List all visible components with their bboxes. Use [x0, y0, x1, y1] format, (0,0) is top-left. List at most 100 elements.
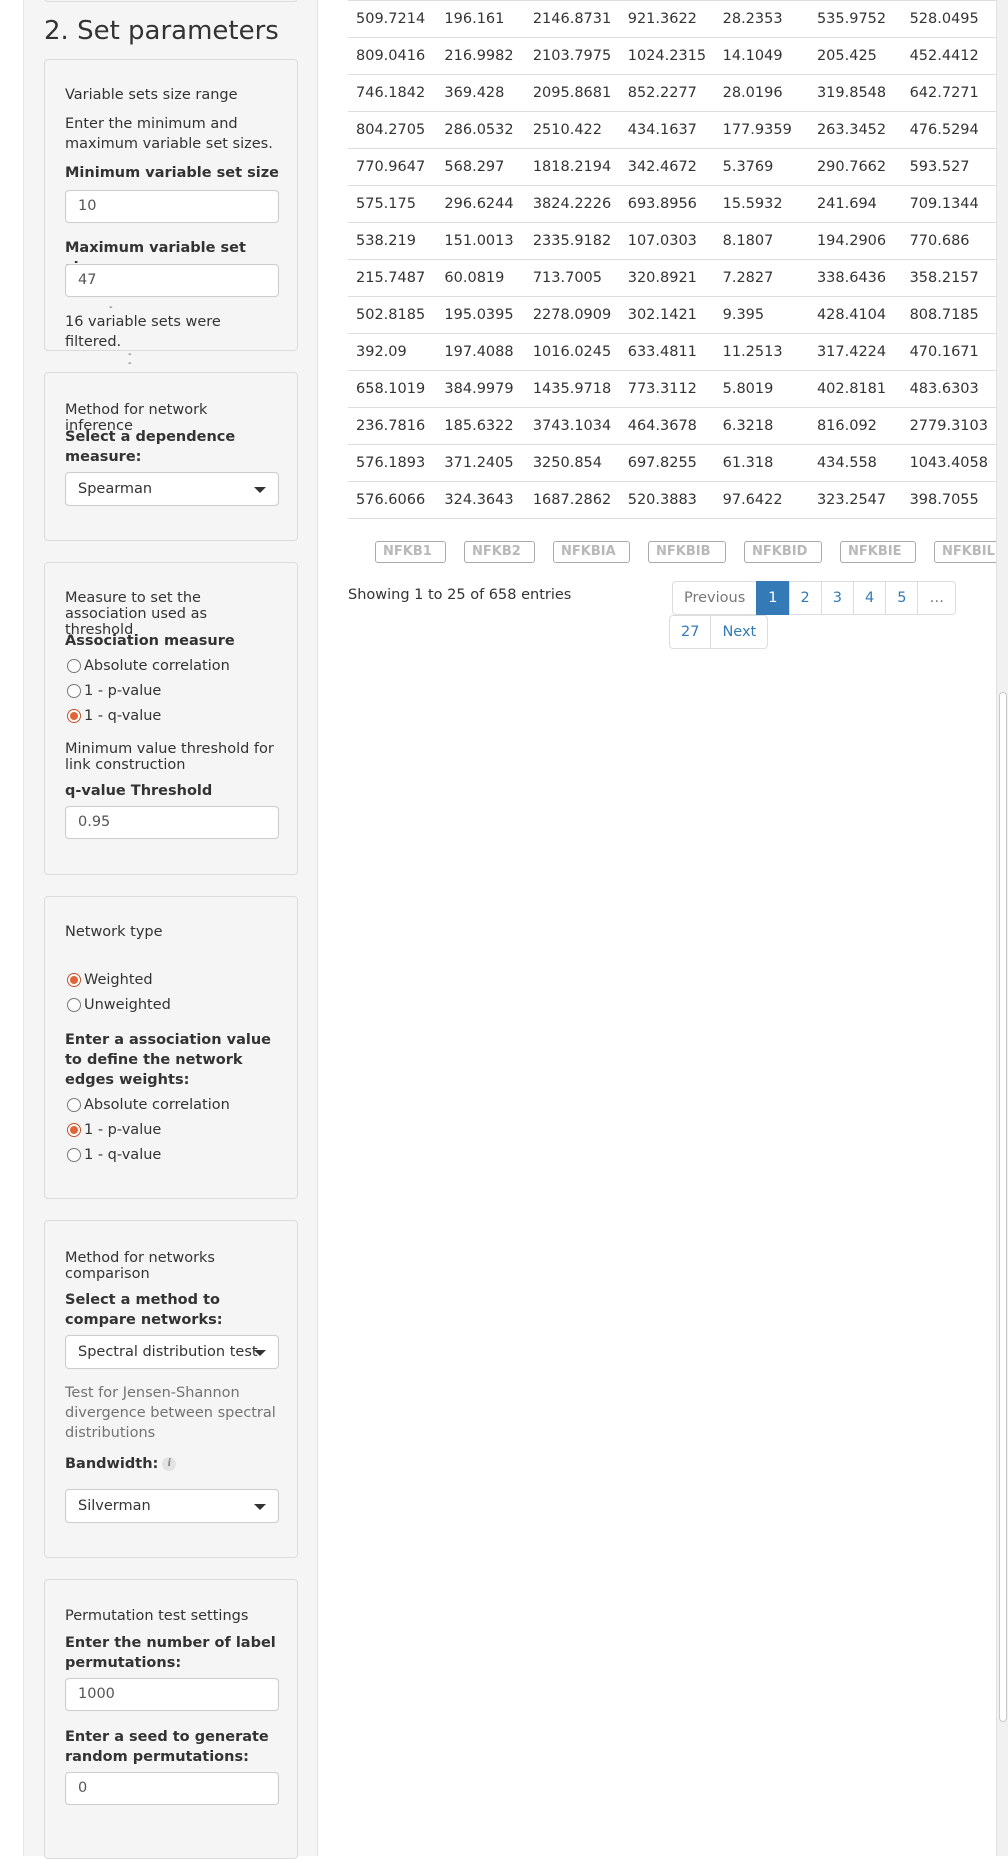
table-row[interactable]: 509.7214 196.161 2146.8731 921.3622 28.2353 5… — [348, 0, 996, 37]
table-cell: 216.9982 — [436, 36, 525, 74]
table-cell: 9.395 — [714, 295, 809, 333]
table-cell: 709.1344 — [901, 184, 996, 222]
column-filter-input[interactable]: NFKBIE — [840, 541, 916, 563]
pagination-next[interactable]: Next — [710, 615, 769, 649]
weight-option-abs-correlation[interactable]: Absolute correlation — [65, 1092, 279, 1117]
network-type-unweighted[interactable]: Unweighted — [65, 992, 279, 1017]
table-row[interactable]: 575.175 296.6244 3824.2226 693.8956 15.5932 2… — [348, 184, 996, 222]
edge-weights-radio-group: Absolute correlation 1 - p-value 1 - q-v… — [65, 1092, 279, 1167]
table-row[interactable]: 215.7487 60.0819 713.7005 320.8921 7.2827 338… — [348, 258, 996, 296]
pagination-second-row: 27 Next — [669, 615, 769, 649]
table-row[interactable]: 770.9647 568.297 1818.2194 342.4672 5.3769 29… — [348, 147, 996, 185]
column-filter-input[interactable]: NFKB1 — [375, 541, 446, 563]
radio-button-selected[interactable] — [67, 1122, 81, 1137]
table-row[interactable]: 576.1893 371.2405 3250.854 697.8255 61.318 43… — [348, 443, 996, 481]
table-cell: 470.1671 — [901, 332, 996, 370]
table-cell: 2510.422 — [524, 110, 620, 148]
table-info: Showing 1 to 25 of 658 entries — [348, 587, 572, 603]
table-cell: 434.558 — [808, 443, 902, 481]
comparison-panel: Method for networks comparison Select a … — [44, 1220, 298, 1558]
table-row[interactable]: 576.6066 324.3643 1687.2862 520.3883 97.6422… — [348, 480, 996, 518]
table-cell: 502.8185 — [348, 295, 437, 333]
table-row[interactable]: 658.1019 384.9979 1435.9718 773.3112 5.8019 4… — [348, 369, 996, 407]
comparison-method-select[interactable]: Spectral distribution test — [65, 1335, 279, 1369]
pagination: Previous 1 2 3 4 5 … — [672, 581, 956, 615]
min-size-input[interactable]: 10 — [65, 190, 279, 223]
pagination-page-4[interactable]: 4 — [852, 581, 887, 615]
table-row[interactable]: 392.09 197.4088 1016.0245 633.4811 11.2513 31… — [348, 332, 996, 370]
table-cell: 808.7185 — [901, 295, 996, 333]
network-type-caption: Network type — [65, 924, 163, 940]
table-row[interactable]: 809.0416 216.9982 2103.7975 1024.2315 14.104… — [348, 36, 996, 74]
radio-button[interactable] — [67, 683, 81, 698]
table-cell: 97.6422 — [714, 480, 809, 518]
filtered-note: 16 variable sets were filtered. — [65, 314, 221, 350]
table-cell: 593.527 — [901, 147, 996, 185]
table-row[interactable]: 236.7816 185.6322 3743.1034 464.3678 6.3218 8… — [348, 406, 996, 444]
pagination-previous[interactable]: Previous — [672, 581, 758, 615]
table-cell: 177.9359 — [714, 110, 809, 148]
table-cell: 392.09 — [348, 332, 437, 370]
table-row[interactable]: 746.1842 369.428 2095.8681 852.2277 28.0196 3… — [348, 73, 996, 111]
table-cell: 3824.2226 — [524, 184, 620, 222]
table-cell: 15.5932 — [714, 184, 809, 222]
table-cell: 384.9979 — [436, 369, 525, 407]
dependence-measure-label: Select a dependence measure: — [65, 429, 236, 465]
table-cell: 286.0532 — [436, 110, 525, 148]
table-cell: 1043.4058 — [901, 443, 996, 481]
table-cell: 452.4412 — [901, 36, 996, 74]
option-label: 1 - q-value — [84, 707, 162, 724]
association-option-p-value[interactable]: 1 - p-value — [65, 678, 279, 703]
network-type-radio-group: Weighted Unweighted — [65, 967, 279, 1017]
option-label: Absolute correlation — [84, 1096, 230, 1113]
association-option-abs-correlation[interactable]: Absolute correlation — [65, 653, 279, 678]
weight-option-p-value[interactable]: 1 - p-value — [65, 1117, 279, 1142]
max-size-input[interactable]: 47 — [65, 264, 279, 297]
table-cell: 576.6066 — [348, 480, 437, 518]
radio-button[interactable] — [67, 658, 81, 673]
network-type-weighted[interactable]: Weighted — [65, 967, 279, 992]
column-filter-input[interactable]: NFKBID — [744, 541, 822, 563]
q-value-threshold-input[interactable]: 0.95 — [65, 806, 279, 839]
dependence-measure-select[interactable]: Spearman — [65, 472, 279, 506]
table-cell: 324.3643 — [436, 480, 525, 518]
bandwidth-select[interactable]: Silverman — [65, 1489, 279, 1523]
table-row[interactable]: 502.8185 195.0395 2278.0909 302.1421 9.395 42… — [348, 295, 996, 333]
radio-button[interactable] — [67, 1147, 81, 1162]
table-cell: 358.2157 — [901, 258, 996, 296]
association-option-q-value[interactable]: 1 - q-value — [65, 703, 279, 728]
comparison-method-value: Spectral distribution test — [78, 1344, 258, 1360]
table-cell: 263.3452 — [808, 110, 902, 148]
table-cell: 317.4224 — [808, 332, 902, 370]
pagination-page-27[interactable]: 27 — [669, 615, 712, 649]
radio-button-selected[interactable] — [67, 972, 81, 987]
table-cell: 770.686 — [901, 221, 996, 259]
table-cell: 402.8181 — [808, 369, 902, 407]
radio-button-selected[interactable] — [67, 708, 81, 723]
table-row[interactable]: 804.2705 286.0532 2510.422 434.1637 177.9359… — [348, 110, 996, 148]
vertical-scrollbar[interactable] — [996, 0, 1008, 1856]
seed-input[interactable]: 0 — [65, 1772, 279, 1805]
permutations-input[interactable]: 1000 — [65, 1678, 279, 1711]
table-cell: 28.2353 — [714, 0, 809, 37]
radio-button[interactable] — [67, 1097, 81, 1112]
radio-button[interactable] — [67, 997, 81, 1012]
table-row[interactable]: 538.219 151.0013 2335.9182 107.0303 8.1807 19… — [348, 221, 996, 259]
table-cell: 107.0303 — [619, 221, 715, 259]
column-filter-input[interactable]: NFKBIB — [648, 541, 726, 563]
pagination-page-5[interactable]: 5 — [885, 581, 919, 615]
column-filter-input[interactable]: NFKB2 — [464, 541, 535, 563]
pagination-page-2[interactable]: 2 — [788, 581, 822, 615]
column-filter-input[interactable]: NFKBIA — [553, 541, 630, 563]
info-icon[interactable]: i — [162, 1457, 177, 1471]
comparison-method-label: Select a method to compare networks: — [65, 1292, 223, 1328]
scrollbar-thumb[interactable] — [999, 692, 1007, 1722]
pagination-page-1[interactable]: 1 — [756, 581, 790, 615]
table-cell: 371.2405 — [436, 443, 525, 481]
comparison-caption: Method for networks comparison — [65, 1250, 215, 1282]
table-cell: 290.7662 — [808, 147, 902, 185]
pagination-page-3[interactable]: 3 — [820, 581, 854, 615]
table-cell: 2278.0909 — [524, 295, 620, 333]
table-cell: 342.4672 — [619, 147, 715, 185]
weight-option-q-value[interactable]: 1 - q-value — [65, 1142, 279, 1167]
